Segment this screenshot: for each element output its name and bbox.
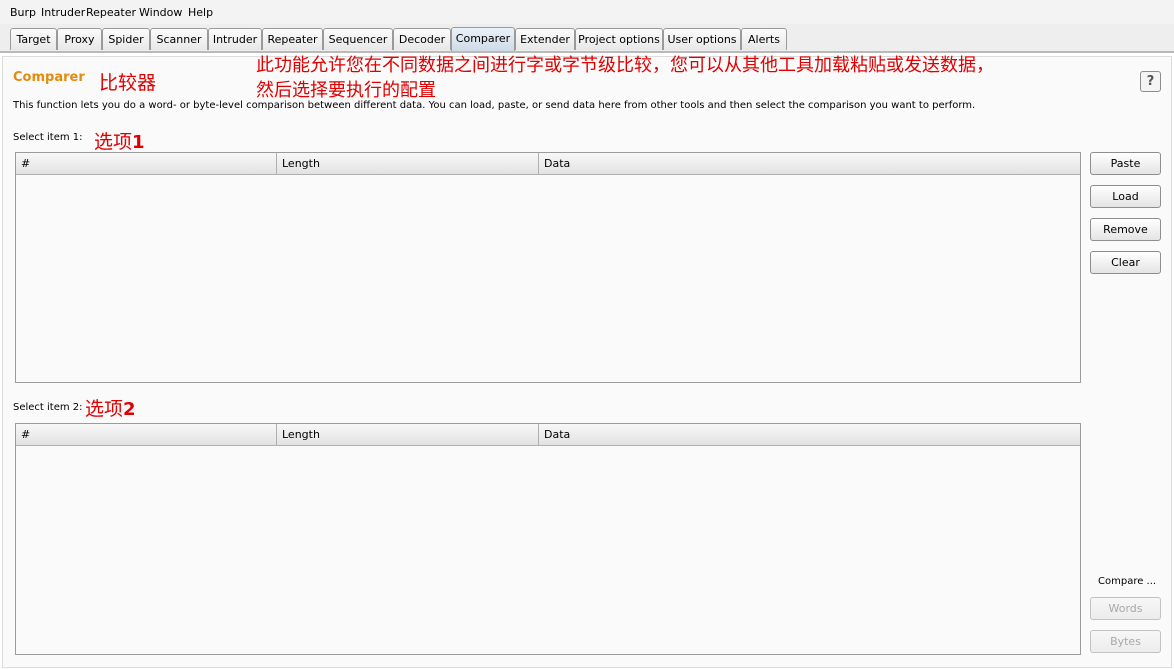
item2-table-header: # Length Data <box>16 424 1080 446</box>
tab-extender[interactable]: Extender <box>515 28 575 50</box>
clear-button[interactable]: Clear <box>1090 251 1161 274</box>
paste-button[interactable]: Paste <box>1090 152 1161 175</box>
compare-words-button[interactable]: Words <box>1090 597 1161 620</box>
item1-label: Select item 1: <box>13 132 83 143</box>
load-button[interactable]: Load <box>1090 185 1161 208</box>
column-header-length[interactable]: Length <box>277 424 539 445</box>
annotation-line-1: 此功能允许您在不同数据之间进行字或字节级比较，您可以从其他工具加载粘贴或发送数据… <box>256 55 994 76</box>
tool-tab-strip: Target Proxy Spider Scanner Intruder Rep… <box>0 24 1174 53</box>
item2-annotation: 选项2 <box>85 398 136 420</box>
remove-button[interactable]: Remove <box>1090 218 1161 241</box>
menu-window[interactable]: Window <box>139 6 182 19</box>
menu-repeater[interactable]: Repeater <box>86 6 136 19</box>
tab-target[interactable]: Target <box>10 28 57 50</box>
tab-scanner[interactable]: Scanner <box>150 28 208 50</box>
item1-table-header: # Length Data <box>16 153 1080 175</box>
annotation-line-2: 然后选择要执行的配置 <box>256 80 436 101</box>
menu-intruder[interactable]: Intruder <box>41 6 85 19</box>
column-header-index[interactable]: # <box>16 153 277 174</box>
item2-label: Select item 2: <box>13 402 83 413</box>
item1-annotation: 选项1 <box>94 131 145 153</box>
column-header-index[interactable]: # <box>16 424 277 445</box>
tab-project-options[interactable]: Project options <box>575 28 663 50</box>
tab-alerts[interactable]: Alerts <box>741 28 787 50</box>
menu-bar: Burp Intruder Repeater Window Help <box>0 0 1174 25</box>
tab-sequencer[interactable]: Sequencer <box>323 28 393 50</box>
tab-intruder[interactable]: Intruder <box>208 28 262 50</box>
column-header-data[interactable]: Data <box>539 424 1080 445</box>
menu-burp[interactable]: Burp <box>10 6 36 19</box>
tab-comparer[interactable]: Comparer <box>451 27 515 51</box>
column-header-data[interactable]: Data <box>539 153 1080 174</box>
page-title: Comparer <box>13 70 85 85</box>
compare-bytes-button[interactable]: Bytes <box>1090 630 1161 653</box>
column-header-length[interactable]: Length <box>277 153 539 174</box>
page-title-annotation: 比较器 <box>99 72 157 94</box>
item2-table[interactable]: # Length Data <box>15 423 1081 655</box>
tab-user-options[interactable]: User options <box>663 28 741 50</box>
tab-decoder[interactable]: Decoder <box>393 28 451 50</box>
item1-table[interactable]: # Length Data <box>15 152 1081 383</box>
tab-spider[interactable]: Spider <box>102 28 150 50</box>
tab-repeater[interactable]: Repeater <box>262 28 323 50</box>
tab-proxy[interactable]: Proxy <box>57 28 102 50</box>
help-icon[interactable]: ? <box>1140 71 1161 92</box>
page-description: This function lets you do a word- or byt… <box>13 100 976 111</box>
compare-label: Compare ... <box>1098 576 1157 587</box>
menu-help[interactable]: Help <box>188 6 213 19</box>
